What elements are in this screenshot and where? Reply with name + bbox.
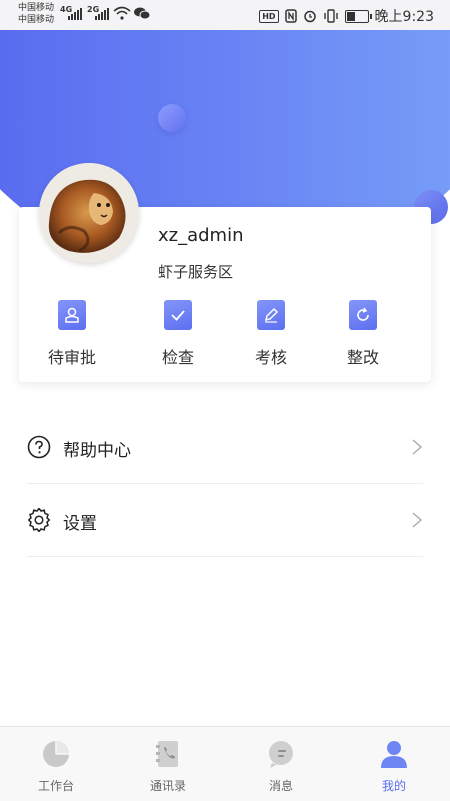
- bottom-nav: 工作台 通讯录 消息 我的: [0, 726, 450, 801]
- username: xz_admin: [158, 225, 244, 246]
- action-rectify[interactable]: 整改: [323, 300, 403, 368]
- vibrate-icon: [323, 9, 338, 23]
- nav-label: 消息: [268, 779, 293, 793]
- nav-item-workbench[interactable]: 工作台: [0, 727, 112, 801]
- clock: 晚上9:23: [374, 9, 434, 25]
- carrier-info: 中国移动 中国移动: [18, 2, 54, 26]
- action-label: 待审批: [47, 348, 96, 367]
- decorative-bubble: [158, 104, 186, 132]
- action-label: 考核: [254, 348, 287, 367]
- contacts-icon: [156, 741, 178, 767]
- help-icon: [27, 435, 51, 459]
- nav-item-contacts[interactable]: 通讯录: [112, 727, 224, 801]
- lion-avatar-image: [39, 163, 139, 263]
- organization-name: 虾子服务区: [158, 263, 234, 281]
- carrier-name-2: 中国移动: [18, 15, 55, 25]
- chevron-right-icon: [412, 439, 423, 455]
- menu-label: 设置: [63, 514, 97, 534]
- chevron-right-icon: [412, 512, 423, 528]
- user-approval-icon: [58, 300, 86, 330]
- nav-item-mine[interactable]: 我的: [338, 727, 450, 801]
- gear-icon: [27, 508, 51, 532]
- nfc-icon: [284, 9, 297, 23]
- menu-item-help-center[interactable]: 帮助中心: [27, 411, 423, 484]
- wechat-icon: [134, 7, 150, 20]
- refresh-icon: [349, 300, 377, 330]
- nav-item-messages[interactable]: 消息: [225, 727, 337, 801]
- quick-actions: 待审批 检查 考核 整改: [40, 300, 410, 370]
- action-label: 整改: [346, 348, 379, 367]
- action-check[interactable]: 检查: [138, 300, 218, 368]
- message-icon: [269, 741, 293, 768]
- action-pending-approval[interactable]: 待审批: [32, 300, 112, 368]
- nav-label: 工作台: [37, 779, 74, 793]
- alarm-icon: [303, 10, 316, 23]
- nav-label: 通讯录: [149, 779, 186, 793]
- wifi-icon: [113, 6, 131, 20]
- pie-chart-icon: [43, 741, 69, 767]
- hd-badge: HD: [259, 9, 279, 23]
- status-right: HD 晚上9:23: [259, 6, 434, 26]
- signal-icon-2: [95, 6, 109, 20]
- status-bar: 中国移动 中国移动 4G 2G HD 晚上9:23: [0, 0, 450, 30]
- user-icon: [381, 741, 407, 768]
- avatar[interactable]: [39, 163, 139, 263]
- action-label: 检查: [161, 348, 194, 367]
- check-icon: [164, 300, 192, 330]
- signal-icon: [68, 6, 82, 20]
- battery-icon: [344, 9, 372, 23]
- carrier-name-1: 中国移动: [18, 3, 55, 13]
- menu-item-settings[interactable]: 设置: [27, 484, 423, 557]
- menu-label: 帮助中心: [63, 441, 131, 461]
- nav-label: 我的: [381, 779, 406, 793]
- edit-icon: [257, 300, 285, 330]
- action-assessment[interactable]: 考核: [231, 300, 311, 368]
